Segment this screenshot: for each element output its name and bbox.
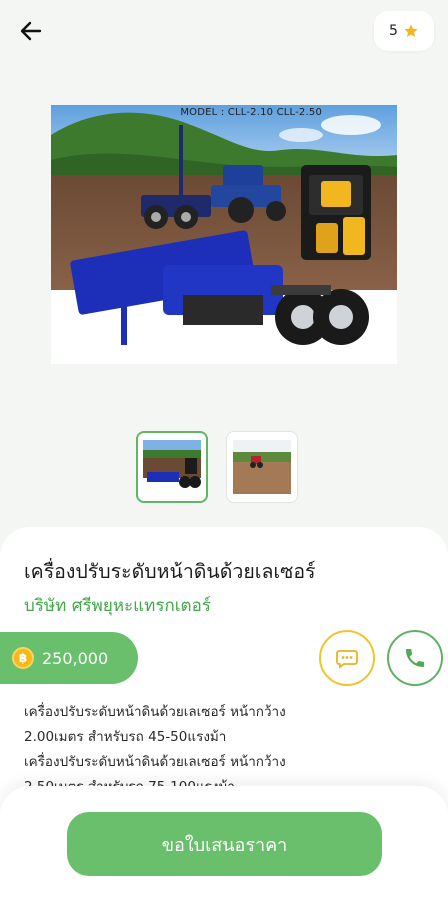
call-button[interactable] [387,630,443,686]
product-title: เครื่องปรับระดับหน้าดินด้วยเลเซอร์ [24,560,316,583]
rating-value: 5 [389,23,398,39]
thumbnail-1-image [143,440,201,494]
model-caption: MODEL : CLL-2.10 CLL-2.50 [180,107,322,118]
rating-badge[interactable]: 5 [374,11,434,51]
price-badge: ฿ 250,000 [0,632,138,684]
thumbnail-1[interactable] [136,431,208,503]
thumbnail-2-image [233,440,291,494]
company-name[interactable]: บริษัท ศรีพยุหะแทรกเตอร์ [24,592,211,619]
product-description: เครื่องปรับระดับหน้าดินด้วยเลเซอร์ หน้าก… [24,700,424,790]
price-value: 250,000 [42,648,109,668]
main-product-image[interactable]: MODEL : CLL-2.10 CLL-2.50 [51,105,397,364]
request-quote-button[interactable]: ขอใบเสนอราคา [67,812,382,876]
star-icon [404,24,418,37]
phone-icon [406,649,424,667]
coin-icon: ฿ [12,647,34,669]
top-bar: 5 [0,0,448,70]
chat-bubble-icon [336,650,358,669]
description-line: เครื่องปรับระดับหน้าดินด้วยเลเซอร์ หน้าก… [24,754,286,770]
description-line: เครื่องปรับระดับหน้าดินด้วยเลเซอร์ หน้าก… [24,704,286,720]
chat-button[interactable] [319,630,375,686]
product-illustration [51,105,397,364]
arrow-left-icon [20,21,42,41]
thumbnail-strip [136,431,298,503]
thumbnail-2[interactable] [226,431,298,503]
description-line: 2.00เมตร สำหรับรถ 45-50แรงม้า [24,729,227,745]
back-button[interactable] [14,14,48,48]
